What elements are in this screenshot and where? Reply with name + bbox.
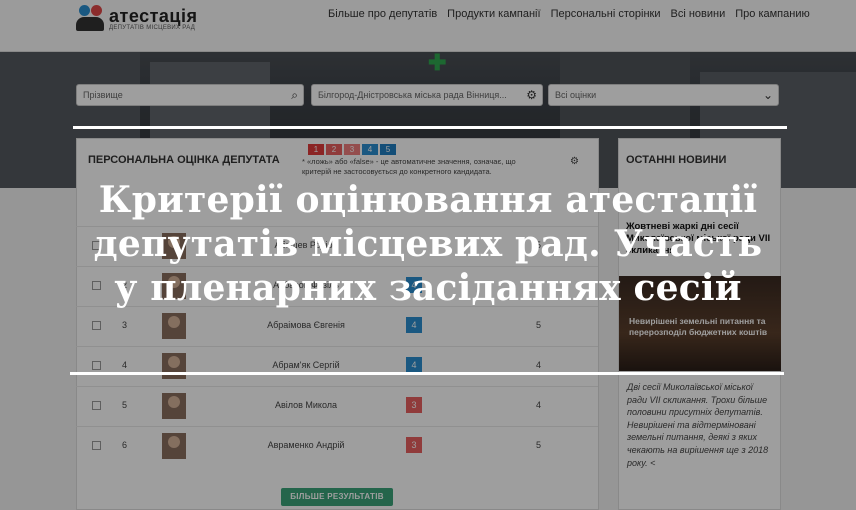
title-line: у пленарних засіданнях сесій xyxy=(114,267,742,309)
title-line: Критерії оцінювання атестації xyxy=(98,179,758,221)
top-rule xyxy=(73,126,787,129)
bottom-rule xyxy=(70,372,784,375)
article-title: Критерії оцінювання атестації депутатів … xyxy=(0,178,856,310)
title-line: депутатів місцевих рад. Участь xyxy=(93,223,763,265)
